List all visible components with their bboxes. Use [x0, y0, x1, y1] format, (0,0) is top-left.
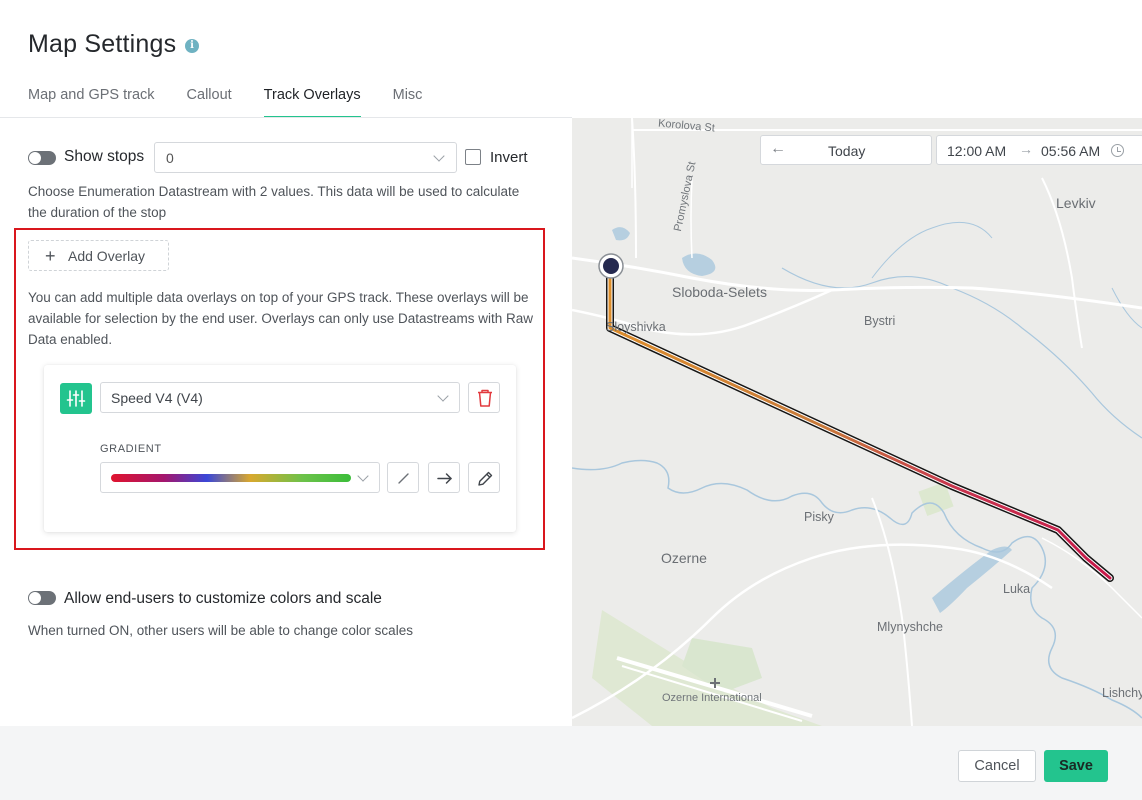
customize-help-text: When turned ON, other users will be able…: [28, 623, 413, 638]
map-label-bystri: Bystri: [864, 314, 896, 328]
time-separator: →: [1019, 141, 1033, 157]
gradient-select[interactable]: [100, 462, 380, 493]
overlay-settings-button[interactable]: [60, 383, 92, 414]
delete-overlay-button[interactable]: [468, 382, 500, 413]
tab-map-and-gps-track[interactable]: Map and GPS track: [28, 87, 155, 118]
stops-help-text: Choose Enumeration Datastream with 2 val…: [28, 184, 520, 220]
time-to: 05:56 AM: [1041, 143, 1101, 159]
map-label-luka: Luka: [1003, 582, 1031, 596]
tab-callout[interactable]: Callout: [187, 87, 232, 118]
gradient-label: GRADIENT: [100, 443, 162, 455]
chevron-down-icon: [433, 150, 445, 162]
pencil-icon: [478, 471, 493, 486]
add-overlay-label: Add Overlay: [68, 248, 146, 264]
tab-misc[interactable]: Misc: [393, 87, 423, 118]
settings-panel: Show stops 0 Invert Choose Enumeration D…: [0, 118, 572, 726]
map-label-airport: Ozerne International: [662, 692, 762, 704]
chevron-down-icon: [357, 470, 369, 482]
dialog-footer: Cancel Save: [0, 726, 1142, 800]
map-label-pisky: Pisky: [804, 510, 834, 524]
map-label-ozerne: Ozerne: [661, 550, 707, 566]
stops-datastream-select[interactable]: 0: [154, 142, 457, 173]
date-navigator[interactable]: ← Today: [760, 135, 932, 165]
customize-colors-label: Allow end-users to customize colors and …: [64, 590, 382, 607]
map-label-lishchyn: Lishchyn: [1102, 686, 1142, 700]
gradient-direction-button[interactable]: [428, 462, 460, 493]
trash-icon: [478, 389, 492, 407]
overlay-card: Speed V4 (V4) GRADIENT: [44, 365, 516, 532]
overlay-datastream-select[interactable]: Speed V4 (V4): [100, 382, 460, 413]
stops-select-value: 0: [166, 150, 174, 166]
date-label: Today: [828, 143, 866, 159]
arrow-left-icon[interactable]: ←: [770, 140, 786, 158]
overlay-datastream-value: Speed V4 (V4): [111, 390, 203, 406]
plus-icon: +: [45, 246, 56, 266]
invert-label: Invert: [490, 149, 528, 166]
header: Map Settings i Map and GPS track Callout…: [0, 0, 1142, 118]
add-overlay-button[interactable]: + Add Overlay: [28, 240, 169, 271]
map-preview[interactable]: Korolova St Promyslova St Levkiv Sloboda…: [572, 118, 1142, 726]
save-button[interactable]: Save: [1044, 750, 1108, 782]
chevron-down-icon: [437, 390, 449, 402]
map-label-sloboda: Sloboda-Selets: [672, 284, 767, 300]
tab-track-overlays[interactable]: Track Overlays: [263, 87, 361, 118]
map-label-shivka: Sloyshivka: [606, 320, 666, 334]
customize-colors-toggle[interactable]: [28, 591, 56, 605]
diagonal-line-icon: [398, 473, 409, 484]
map-label-levkiv: Levkiv: [1056, 195, 1096, 211]
gradient-edit-button[interactable]: [468, 462, 500, 493]
show-stops-toggle[interactable]: [28, 151, 56, 165]
time-from: 12:00 AM: [947, 143, 1007, 159]
gradient-preview-bar: [111, 474, 351, 482]
show-stops-label: Show stops: [64, 148, 145, 165]
tab-bar: Map and GPS track Callout Track Overlays…: [28, 87, 454, 118]
time-range-picker[interactable]: 12:00 AM → 05:56 AM: [936, 135, 1142, 165]
page-title: Map Settings: [28, 30, 177, 58]
gradient-linear-button[interactable]: [387, 462, 419, 493]
info-icon[interactable]: i: [185, 39, 199, 53]
invert-checkbox[interactable]: [465, 149, 481, 165]
clock-icon: [1111, 144, 1124, 157]
sliders-icon: [66, 390, 86, 407]
arrow-right-icon: [437, 473, 452, 484]
overlay-help-text: You can add multiple data overlays on to…: [28, 290, 533, 347]
map-label-mlynyshche: Mlynyshche: [877, 620, 943, 634]
cancel-button[interactable]: Cancel: [958, 750, 1036, 782]
